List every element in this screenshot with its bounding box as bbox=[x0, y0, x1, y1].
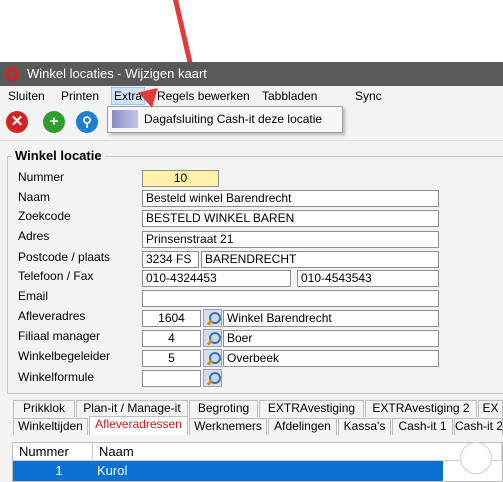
nummer-field[interactable]: 10 bbox=[142, 170, 219, 187]
label-winkelbegeleider: Winkelbegeleider bbox=[18, 349, 111, 363]
adres-field[interactable]: Prinsenstraat 21 bbox=[142, 231, 439, 248]
search-button[interactable]: ⚲ bbox=[76, 111, 98, 133]
winkelformule-lookup-button[interactable] bbox=[203, 369, 222, 387]
tab-afdelingen[interactable]: Afdelingen bbox=[268, 418, 337, 435]
begeleider-code-field[interactable]: 5 bbox=[142, 350, 201, 367]
tab-begroting[interactable]: Begroting bbox=[189, 400, 258, 417]
extra-dropdown-menu: Dagafsluiting Cash-it deze locatie bbox=[107, 106, 343, 133]
menu-sync[interactable]: Sync bbox=[355, 89, 382, 103]
tab-plan-it[interactable]: Plan-it / Manage-it bbox=[76, 400, 188, 417]
plaats-field[interactable]: BARENDRECHT bbox=[201, 251, 439, 268]
menu-printen[interactable]: Printen bbox=[61, 89, 99, 103]
app-logo-icon bbox=[5, 67, 19, 81]
winkelformule-code-field[interactable] bbox=[142, 370, 201, 387]
filiaal-code-field[interactable]: 4 bbox=[142, 330, 201, 347]
tab-extravestiging-2[interactable]: EXTRAvestiging 2 bbox=[365, 400, 477, 417]
add-button[interactable]: + bbox=[43, 111, 65, 133]
label-afleveradres: Afleveradres bbox=[18, 309, 86, 323]
label-filiaal-manager: Filiaal manager bbox=[18, 329, 101, 343]
menu-bar: Sluiten Printen Extra Regels bewerken Ta… bbox=[0, 86, 503, 106]
begeleider-naam-field: Overbeek bbox=[223, 350, 439, 367]
table-row-naam[interactable]: Kurol bbox=[93, 461, 443, 481]
column-header-naam[interactable]: Naam bbox=[93, 443, 502, 461]
menu-tabbladen[interactable]: Tabbladen bbox=[262, 89, 317, 103]
tab-prikklok[interactable]: Prikklok bbox=[13, 400, 75, 417]
menu-item-icon bbox=[112, 110, 138, 128]
add-icon: + bbox=[49, 113, 59, 130]
tab-winkeltijden[interactable]: Winkeltijden bbox=[13, 418, 88, 435]
table-row-nummer[interactable]: 1 bbox=[13, 461, 93, 481]
zoekcode-field[interactable]: BESTELD WINKEL BAREN bbox=[142, 210, 439, 227]
close-icon: ✕ bbox=[10, 113, 24, 130]
naam-field[interactable]: Besteld winkel Barendrecht bbox=[142, 190, 439, 207]
begeleider-lookup-button[interactable] bbox=[203, 349, 222, 367]
tab-ex[interactable]: EX bbox=[478, 400, 503, 417]
afleveradres-lookup-button[interactable] bbox=[203, 309, 222, 327]
menu-regels-bewerken[interactable]: Regels bewerken bbox=[157, 89, 250, 103]
email-field[interactable] bbox=[142, 290, 439, 307]
afleveradressen-grid: Nummer Naam 1 Kurol bbox=[12, 442, 503, 482]
tab-kassas[interactable]: Kassa's bbox=[338, 418, 391, 435]
label-winkelformule: Winkelformule bbox=[18, 370, 95, 384]
close-button[interactable]: ✕ bbox=[6, 111, 28, 133]
label-telefoon: Telefoon / Fax bbox=[18, 269, 94, 283]
label-email: Email bbox=[18, 289, 49, 303]
tab-cash-it-1[interactable]: Cash-it 1 bbox=[392, 418, 453, 435]
afleveradres-naam-field: Winkel Barendrecht bbox=[223, 310, 439, 327]
menu-item-dagafsluiting[interactable]: Dagafsluiting Cash-it deze locatie bbox=[144, 112, 322, 126]
fax-field[interactable]: 010-4543543 bbox=[297, 270, 439, 287]
column-header-nummer[interactable]: Nummer bbox=[13, 443, 93, 461]
afleveradres-code-field[interactable]: 1604 bbox=[142, 310, 201, 327]
scroll-indicator bbox=[460, 442, 492, 474]
label-nummer: Nummer bbox=[18, 170, 65, 184]
label-zoekcode: Zoekcode bbox=[18, 209, 71, 223]
postcode-field[interactable]: 3234 FS bbox=[142, 251, 199, 268]
telefoon-field[interactable]: 010-4324453 bbox=[142, 270, 291, 287]
label-postcode: Postcode / plaats bbox=[18, 250, 111, 264]
search-icon: ⚲ bbox=[82, 114, 92, 129]
title-bar: Winkel locaties - Wijzigen kaart bbox=[0, 62, 503, 86]
tab-werknemers[interactable]: Werknemers bbox=[189, 418, 267, 435]
filiaal-naam-field: Boer bbox=[223, 330, 439, 347]
tab-extravestiging[interactable]: EXTRAvestiging bbox=[259, 400, 364, 417]
filiaal-lookup-button[interactable] bbox=[203, 329, 222, 347]
label-adres: Adres bbox=[18, 229, 50, 243]
tab-afleveradressen[interactable]: Afleveradressen bbox=[89, 416, 188, 435]
label-naam: Naam bbox=[18, 190, 51, 204]
window-title: Winkel locaties - Wijzigen kaart bbox=[27, 66, 207, 81]
group-title: Winkel locatie bbox=[12, 148, 105, 163]
menu-sluiten[interactable]: Sluiten bbox=[8, 89, 45, 103]
tab-cash-it-2[interactable]: Cash-it 2 bbox=[454, 418, 503, 435]
